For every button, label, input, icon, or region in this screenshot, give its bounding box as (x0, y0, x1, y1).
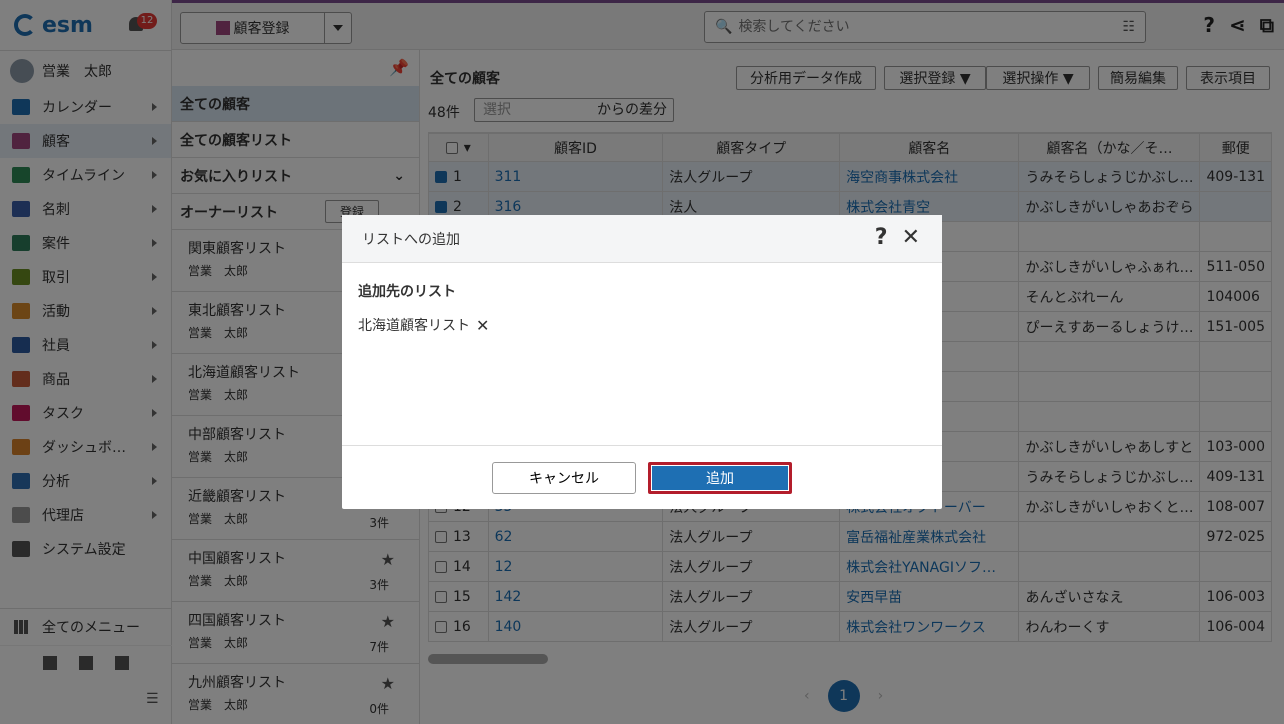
remove-chip-icon[interactable]: ✕ (476, 316, 489, 335)
close-icon[interactable]: ✕ (902, 225, 920, 250)
add-button[interactable]: 追加 (648, 461, 792, 494)
cancel-button[interactable]: キャンセル (492, 461, 636, 494)
selected-list-name: 北海道顧客リスト (358, 318, 470, 334)
modal-header: リストへの追加 ? ✕ (342, 215, 942, 263)
modal-title: リストへの追加 (362, 231, 460, 248)
target-list-label: 追加先のリスト (358, 284, 456, 300)
help-icon[interactable]: ? (875, 225, 888, 250)
selected-list-chip: 北海道顧客リスト ✕ (358, 315, 926, 335)
add-to-list-dialog: リストへの追加 ? ✕ 追加先のリスト 北海道顧客リスト ✕ キャンセル 追加 (342, 215, 942, 509)
modal-body: 追加先のリスト 北海道顧客リスト ✕ (342, 263, 942, 445)
modal-footer: キャンセル 追加 (342, 445, 942, 509)
modal-controls: ? ✕ (875, 225, 920, 250)
